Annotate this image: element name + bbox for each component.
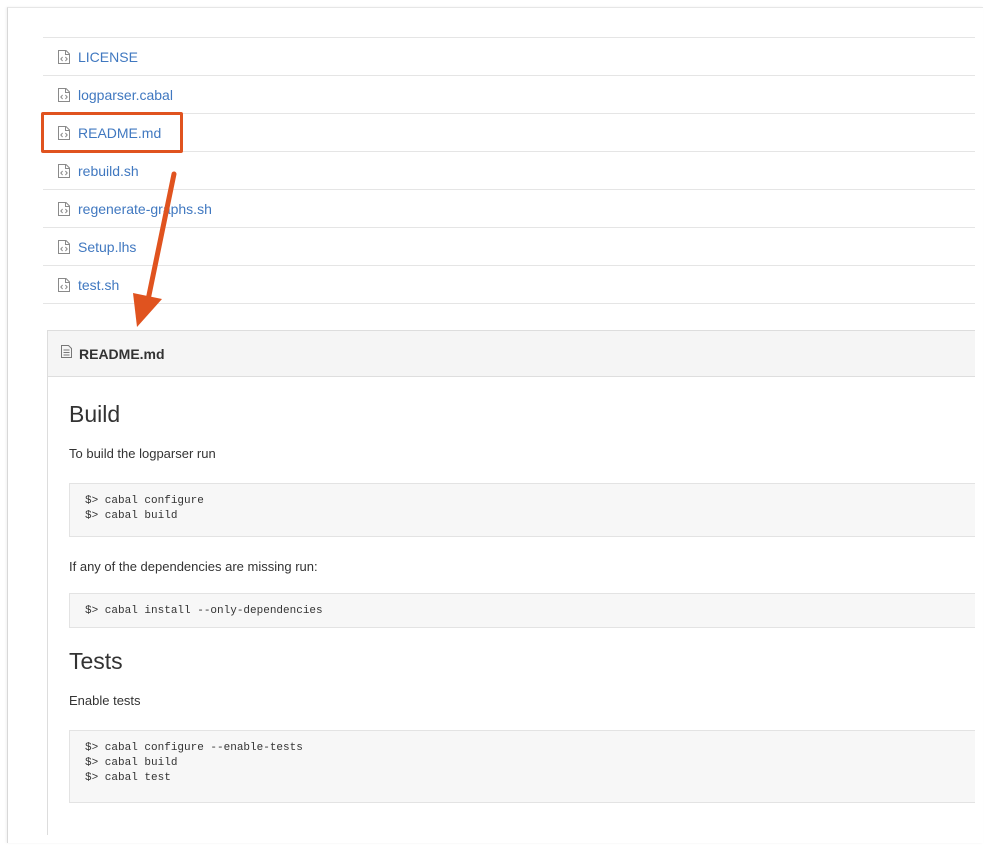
file-code-icon: [57, 201, 71, 217]
file-code-icon: [57, 87, 71, 103]
file-row[interactable]: regenerate-graphs.sh: [43, 190, 975, 228]
file-row[interactable]: rebuild.sh: [43, 152, 975, 190]
book-icon: [60, 344, 73, 364]
file-code-icon: [57, 239, 71, 255]
highlight-annotation-box: [41, 112, 183, 153]
file-row[interactable]: Setup.lhs: [43, 228, 975, 266]
tests-code-block: $> cabal configure --enable-tests $> cab…: [69, 730, 975, 803]
file-link[interactable]: rebuild.sh: [78, 163, 139, 179]
build-intro: To build the logparser run: [69, 446, 216, 461]
file-code-icon: [57, 277, 71, 293]
file-link[interactable]: logparser.cabal: [78, 87, 173, 103]
file-row[interactable]: test.sh: [43, 266, 975, 304]
code-line: $> cabal configure: [85, 495, 204, 507]
file-link[interactable]: LICENSE: [78, 49, 138, 65]
build-heading: Build: [69, 401, 121, 427]
readme-header: README.md: [48, 331, 975, 377]
build-code-block: $> cabal configure $> cabal build: [69, 483, 975, 537]
file-row[interactable]: logparser.cabal: [43, 76, 975, 114]
code-line: $> cabal build: [85, 757, 178, 769]
file-link[interactable]: regenerate-graphs.sh: [78, 201, 212, 217]
tests-intro: Enable tests: [69, 693, 141, 708]
deps-code-block: $> cabal install --only-dependencies: [69, 593, 975, 628]
readme-title: README.md: [79, 345, 165, 362]
code-line: $> cabal build: [85, 510, 178, 522]
readme-body: Build To build the logparser run $> caba…: [48, 401, 975, 803]
file-link[interactable]: test.sh: [78, 277, 119, 293]
code-line: $> cabal configure --enable-tests: [85, 742, 303, 754]
tests-heading: Tests: [69, 648, 123, 674]
code-line: $> cabal install --only-dependencies: [85, 605, 323, 617]
file-list: LICENSE logparser.cabal README.md rebuil…: [43, 37, 975, 304]
deps-intro: If any of the dependencies are missing r…: [69, 559, 318, 574]
file-row[interactable]: LICENSE: [43, 38, 975, 76]
readme-panel: README.md Build To build the logparser r…: [47, 330, 975, 835]
code-line: $> cabal test: [85, 772, 171, 784]
file-link[interactable]: Setup.lhs: [78, 239, 136, 255]
file-code-icon: [57, 49, 71, 65]
file-code-icon: [57, 163, 71, 179]
